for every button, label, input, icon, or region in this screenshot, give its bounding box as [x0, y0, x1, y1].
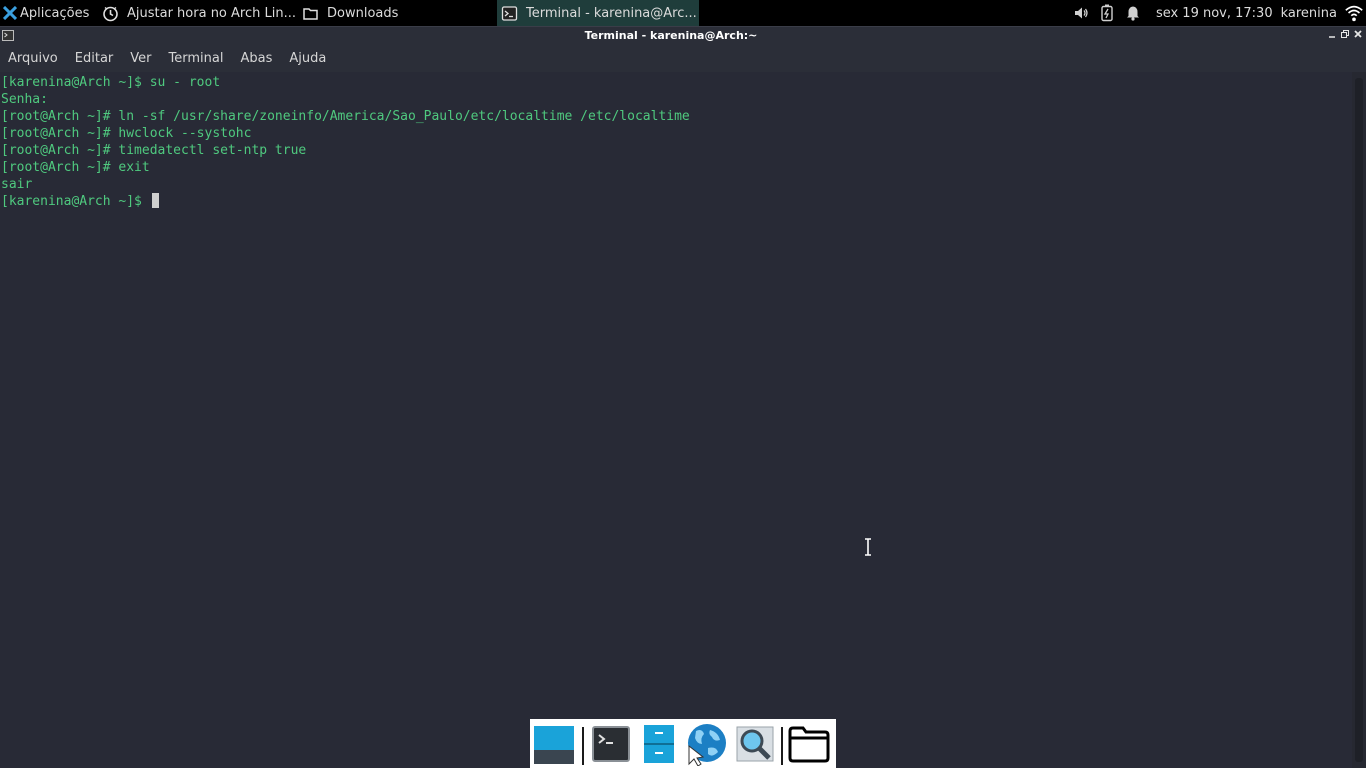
top-panel: Aplicações Ajustar hora no Arch Lin... D…: [0, 0, 1366, 26]
minimize-button[interactable]: [1326, 28, 1338, 42]
applications-label: Aplicações: [20, 5, 90, 21]
terminal-output[interactable]: [karenina@Arch ~]$ su - root Senha: [roo…: [0, 72, 1352, 768]
dock-show-desktop[interactable]: [532, 723, 576, 765]
user-menu[interactable]: karenina: [1281, 6, 1337, 21]
show-desktop-icon: [534, 726, 574, 764]
folder-icon: [788, 726, 830, 763]
notification-bell-icon[interactable]: [1123, 3, 1143, 23]
dock: [530, 719, 836, 768]
terminal-line: [root@Arch ~]# ln -sf /usr/share/zoneinf…: [1, 109, 690, 124]
text-cursor: [151, 193, 159, 208]
dock-terminal[interactable]: [589, 723, 633, 765]
menu-bar: Arquivo Editar Ver Terminal Abas Ajuda: [0, 45, 1366, 72]
taskbar-item-label: Terminal - karenina@Arc...: [526, 5, 697, 21]
dock-separator: [781, 727, 783, 765]
menu-ver[interactable]: Ver: [130, 51, 151, 66]
terminal-line: Senha:: [1, 92, 48, 107]
terminal-icon: [501, 5, 518, 21]
terminal-scrollbar[interactable]: [1352, 72, 1366, 768]
menu-ajuda[interactable]: Ajuda: [289, 51, 326, 66]
taskbar-item-label: Downloads: [327, 5, 399, 21]
terminal-lines: [karenina@Arch ~]$ su - root Senha: [roo…: [1, 74, 690, 210]
menu-arquivo[interactable]: Arquivo: [8, 51, 58, 66]
window-title-bar[interactable]: Terminal - karenina@Arch:~: [0, 26, 1366, 45]
volume-icon[interactable]: [1071, 3, 1091, 23]
window-title: Terminal - karenina@Arch:~: [584, 29, 758, 42]
terminal-line: sair: [1, 177, 33, 192]
close-button[interactable]: [1352, 28, 1364, 42]
taskbar-item-downloads[interactable]: Downloads: [298, 0, 494, 26]
menu-terminal[interactable]: Terminal: [169, 51, 224, 66]
terminal-line: [root@Arch ~]# timedatectl set-ntp true: [1, 143, 307, 158]
maximize-button[interactable]: [1339, 28, 1351, 42]
terminal-prompt-line[interactable]: [karenina@Arch ~]$: [1, 193, 690, 210]
globe-icon: [688, 724, 726, 766]
wifi-icon[interactable]: [1344, 3, 1364, 23]
dock-file-cabinet[interactable]: [637, 723, 681, 765]
folder-icon: [303, 7, 318, 20]
battery-icon[interactable]: [1097, 3, 1117, 23]
menu-editar[interactable]: Editar: [75, 51, 114, 66]
ibeam-cursor-icon: [865, 538, 871, 556]
terminal-line: [root@Arch ~]# hwclock --systohc: [1, 126, 252, 141]
applications-menu[interactable]: Aplicações: [0, 0, 96, 26]
terminal-line: [root@Arch ~]# exit: [1, 160, 150, 175]
xfce-logo-icon: [3, 6, 17, 20]
menu-abas[interactable]: Abas: [240, 51, 272, 66]
dock-search[interactable]: [733, 723, 777, 765]
taskbar-item-terminal[interactable]: Terminal - karenina@Arc...: [497, 0, 699, 26]
terminal-prompt: [karenina@Arch ~]$: [1, 194, 150, 209]
dock-file-manager[interactable]: [787, 723, 831, 765]
clock[interactable]: sex 19 nov, 17:30: [1156, 6, 1273, 21]
system-tray: sex 19 nov, 17:30 karenina: [1068, 0, 1366, 26]
terminal-line: [karenina@Arch ~]$ su - root: [1, 75, 221, 90]
taskbar-item-label: Ajustar hora no Arch Lin...: [127, 5, 296, 21]
taskbar-item-browser[interactable]: Ajustar hora no Arch Lin...: [98, 0, 296, 26]
scrollbar-thumb[interactable]: [1355, 78, 1363, 762]
dock-web-browser[interactable]: [684, 723, 728, 766]
file-cabinet-icon: [644, 725, 674, 763]
clock-icon: [103, 6, 118, 21]
search-icon: [736, 726, 774, 762]
terminal-icon: [592, 726, 630, 762]
dock-separator: [582, 727, 584, 765]
